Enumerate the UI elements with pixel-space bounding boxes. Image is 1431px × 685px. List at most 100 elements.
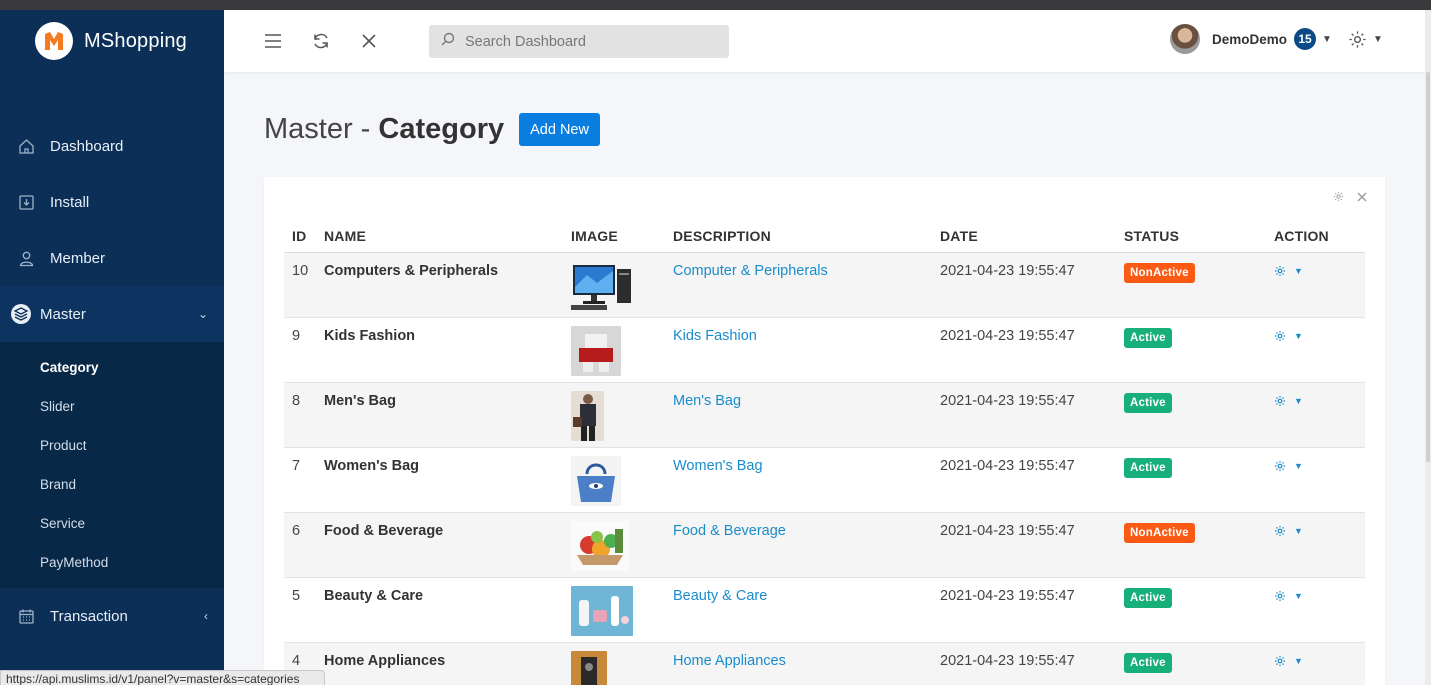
gear-icon[interactable] (1274, 590, 1286, 602)
category-thumbnail[interactable] (571, 261, 673, 311)
category-thumbnail[interactable] (571, 650, 673, 685)
cell-description[interactable]: Beauty & Care (673, 577, 940, 643)
cell-action: ▼ (1274, 382, 1365, 448)
cell-name: Men's Bag (324, 382, 571, 448)
table-row[interactable]: 5 Beauty & Care Beauty & Care 2021-04-23 19… (284, 577, 1365, 643)
gear-icon[interactable] (1274, 330, 1286, 342)
caret-down-icon[interactable]: ▼ (1294, 396, 1303, 406)
cell-description[interactable]: Women's Bag (673, 447, 940, 513)
settings-menu[interactable]: ▼ (1348, 30, 1383, 49)
category-thumbnail[interactable] (571, 390, 673, 441)
table-row[interactable]: 9 Kids Fashion Kids Fashion 2021-04-23 19:5… (284, 317, 1365, 383)
table-row[interactable]: 10 Computers & Peripherals Computer & Peri… (284, 252, 1365, 318)
cell-name: Beauty & Care (324, 577, 571, 643)
status-badge: Active (1124, 587, 1172, 608)
row-action-menu[interactable]: ▼ (1274, 460, 1365, 472)
add-new-button[interactable]: Add New (519, 113, 600, 146)
chevron-down-icon: ⌄ (197, 307, 208, 321)
caret-down-icon[interactable]: ▼ (1294, 591, 1303, 601)
caret-down-icon[interactable]: ▼ (1294, 461, 1303, 471)
column-header-name[interactable]: NAME (324, 221, 571, 253)
cell-status: NonActive (1124, 512, 1274, 578)
close-icon[interactable] (358, 30, 380, 52)
column-header-image[interactable]: IMAGE (571, 221, 673, 253)
table-row[interactable]: 7 Women's Bag Women's Bag 2021-04-23 19:55:… (284, 447, 1365, 513)
cell-date: 2021-04-23 19:55:47 (940, 382, 1124, 448)
browser-status-url: https://api.muslims.id/v1/panel?v=master… (0, 670, 325, 685)
sidebar-item-label: Install (50, 193, 90, 211)
row-action-menu[interactable]: ▼ (1274, 265, 1365, 277)
row-action-menu[interactable]: ▼ (1274, 330, 1365, 342)
caret-down-icon[interactable]: ▼ (1322, 34, 1332, 45)
notification-badge[interactable]: 15 (1294, 28, 1317, 50)
gear-icon[interactable] (1274, 265, 1286, 277)
topbar: DemoDemo 15 ▼ ▼ (224, 10, 1425, 72)
caret-down-icon[interactable]: ▼ (1294, 331, 1303, 341)
gear-icon[interactable] (1274, 395, 1286, 407)
row-action-menu[interactable]: ▼ (1274, 590, 1365, 602)
browser-top-strip (0, 0, 1431, 10)
brand[interactable]: MShopping (0, 10, 224, 72)
sidebar-item-master[interactable]: Master ⌄ (0, 286, 224, 342)
cell-description[interactable]: Men's Bag (673, 382, 940, 448)
cell-action: ▼ (1274, 577, 1365, 643)
card-close-icon[interactable] (1357, 191, 1367, 205)
table-row[interactable]: 6 Food & Beverage Food & Beverage 2021-04-2… (284, 512, 1365, 578)
cell-name: Kids Fashion (324, 317, 571, 383)
column-header-id[interactable]: ID (284, 221, 324, 253)
cell-name: Women's Bag (324, 447, 571, 513)
gear-icon[interactable] (1274, 655, 1286, 667)
sidebar-item-transaction[interactable]: Transaction ‹ (0, 588, 224, 644)
menu-toggle-icon[interactable] (262, 30, 284, 52)
avatar[interactable] (1170, 24, 1200, 54)
submenu-item-paymethod[interactable]: PayMethod (0, 543, 224, 582)
table-row[interactable]: 4 Home Appliances Home Appliances 2021-04-2… (284, 642, 1365, 685)
gear-icon[interactable] (1348, 30, 1367, 49)
cell-description[interactable]: Food & Beverage (673, 512, 940, 578)
refresh-icon[interactable] (310, 30, 332, 52)
column-header-date[interactable]: DATE (940, 221, 1124, 253)
cell-action: ▼ (1274, 642, 1365, 685)
sidebar-item-member[interactable]: Member (0, 230, 224, 286)
gear-icon[interactable] (1274, 525, 1286, 537)
user-name[interactable]: DemoDemo (1212, 32, 1287, 47)
caret-down-icon[interactable]: ▼ (1294, 266, 1303, 276)
category-thumbnail[interactable] (571, 455, 673, 506)
cell-description[interactable]: Computer & Peripherals (673, 252, 940, 318)
gear-icon[interactable] (1274, 460, 1286, 472)
cell-status: Active (1124, 642, 1274, 685)
cell-status: Active (1124, 577, 1274, 643)
category-thumbnail[interactable] (571, 585, 673, 636)
card-settings-icon[interactable] (1333, 191, 1344, 205)
sidebar-item-label: Dashboard (50, 137, 124, 155)
search-input[interactable] (465, 33, 705, 50)
submenu-item-product[interactable]: Product (0, 426, 224, 465)
master-submenu: Category Slider Product Brand Service Pa… (0, 342, 224, 588)
submenu-item-slider[interactable]: Slider (0, 387, 224, 426)
submenu-item-brand[interactable]: Brand (0, 465, 224, 504)
table-row[interactable]: 8 Men's Bag Men's Bag 2021-04-23 19:55:47 Ac… (284, 382, 1365, 448)
cell-action: ▼ (1274, 512, 1365, 578)
card-tools (1333, 191, 1367, 205)
caret-down-icon[interactable]: ▼ (1294, 656, 1303, 666)
row-action-menu[interactable]: ▼ (1274, 395, 1365, 407)
column-header-action[interactable]: ACTION (1274, 221, 1365, 253)
sidebar-item-dashboard[interactable]: Dashboard (0, 118, 224, 174)
caret-down-icon[interactable]: ▼ (1294, 526, 1303, 536)
table-header-row: ID NAME IMAGE DESCRIPTION DATE STATUS AC… (284, 221, 1365, 253)
sidebar-item-install[interactable]: Install (0, 174, 224, 230)
submenu-item-service[interactable]: Service (0, 504, 224, 543)
category-thumbnail[interactable] (571, 520, 673, 571)
cell-description[interactable]: Kids Fashion (673, 317, 940, 383)
column-header-description[interactable]: DESCRIPTION (673, 221, 940, 253)
cell-description[interactable]: Home Appliances (673, 642, 940, 685)
row-action-menu[interactable]: ▼ (1274, 655, 1365, 667)
row-action-menu[interactable]: ▼ (1274, 525, 1365, 537)
scrollbar-thumb[interactable] (1426, 72, 1430, 462)
category-thumbnail[interactable] (571, 325, 673, 376)
cell-date: 2021-04-23 19:55:47 (940, 577, 1124, 643)
caret-down-icon[interactable]: ▼ (1373, 34, 1383, 45)
user-menu[interactable]: DemoDemo 15 ▼ (1170, 24, 1332, 54)
column-header-status[interactable]: STATUS (1124, 221, 1274, 253)
submenu-item-category[interactable]: Category (0, 348, 224, 387)
